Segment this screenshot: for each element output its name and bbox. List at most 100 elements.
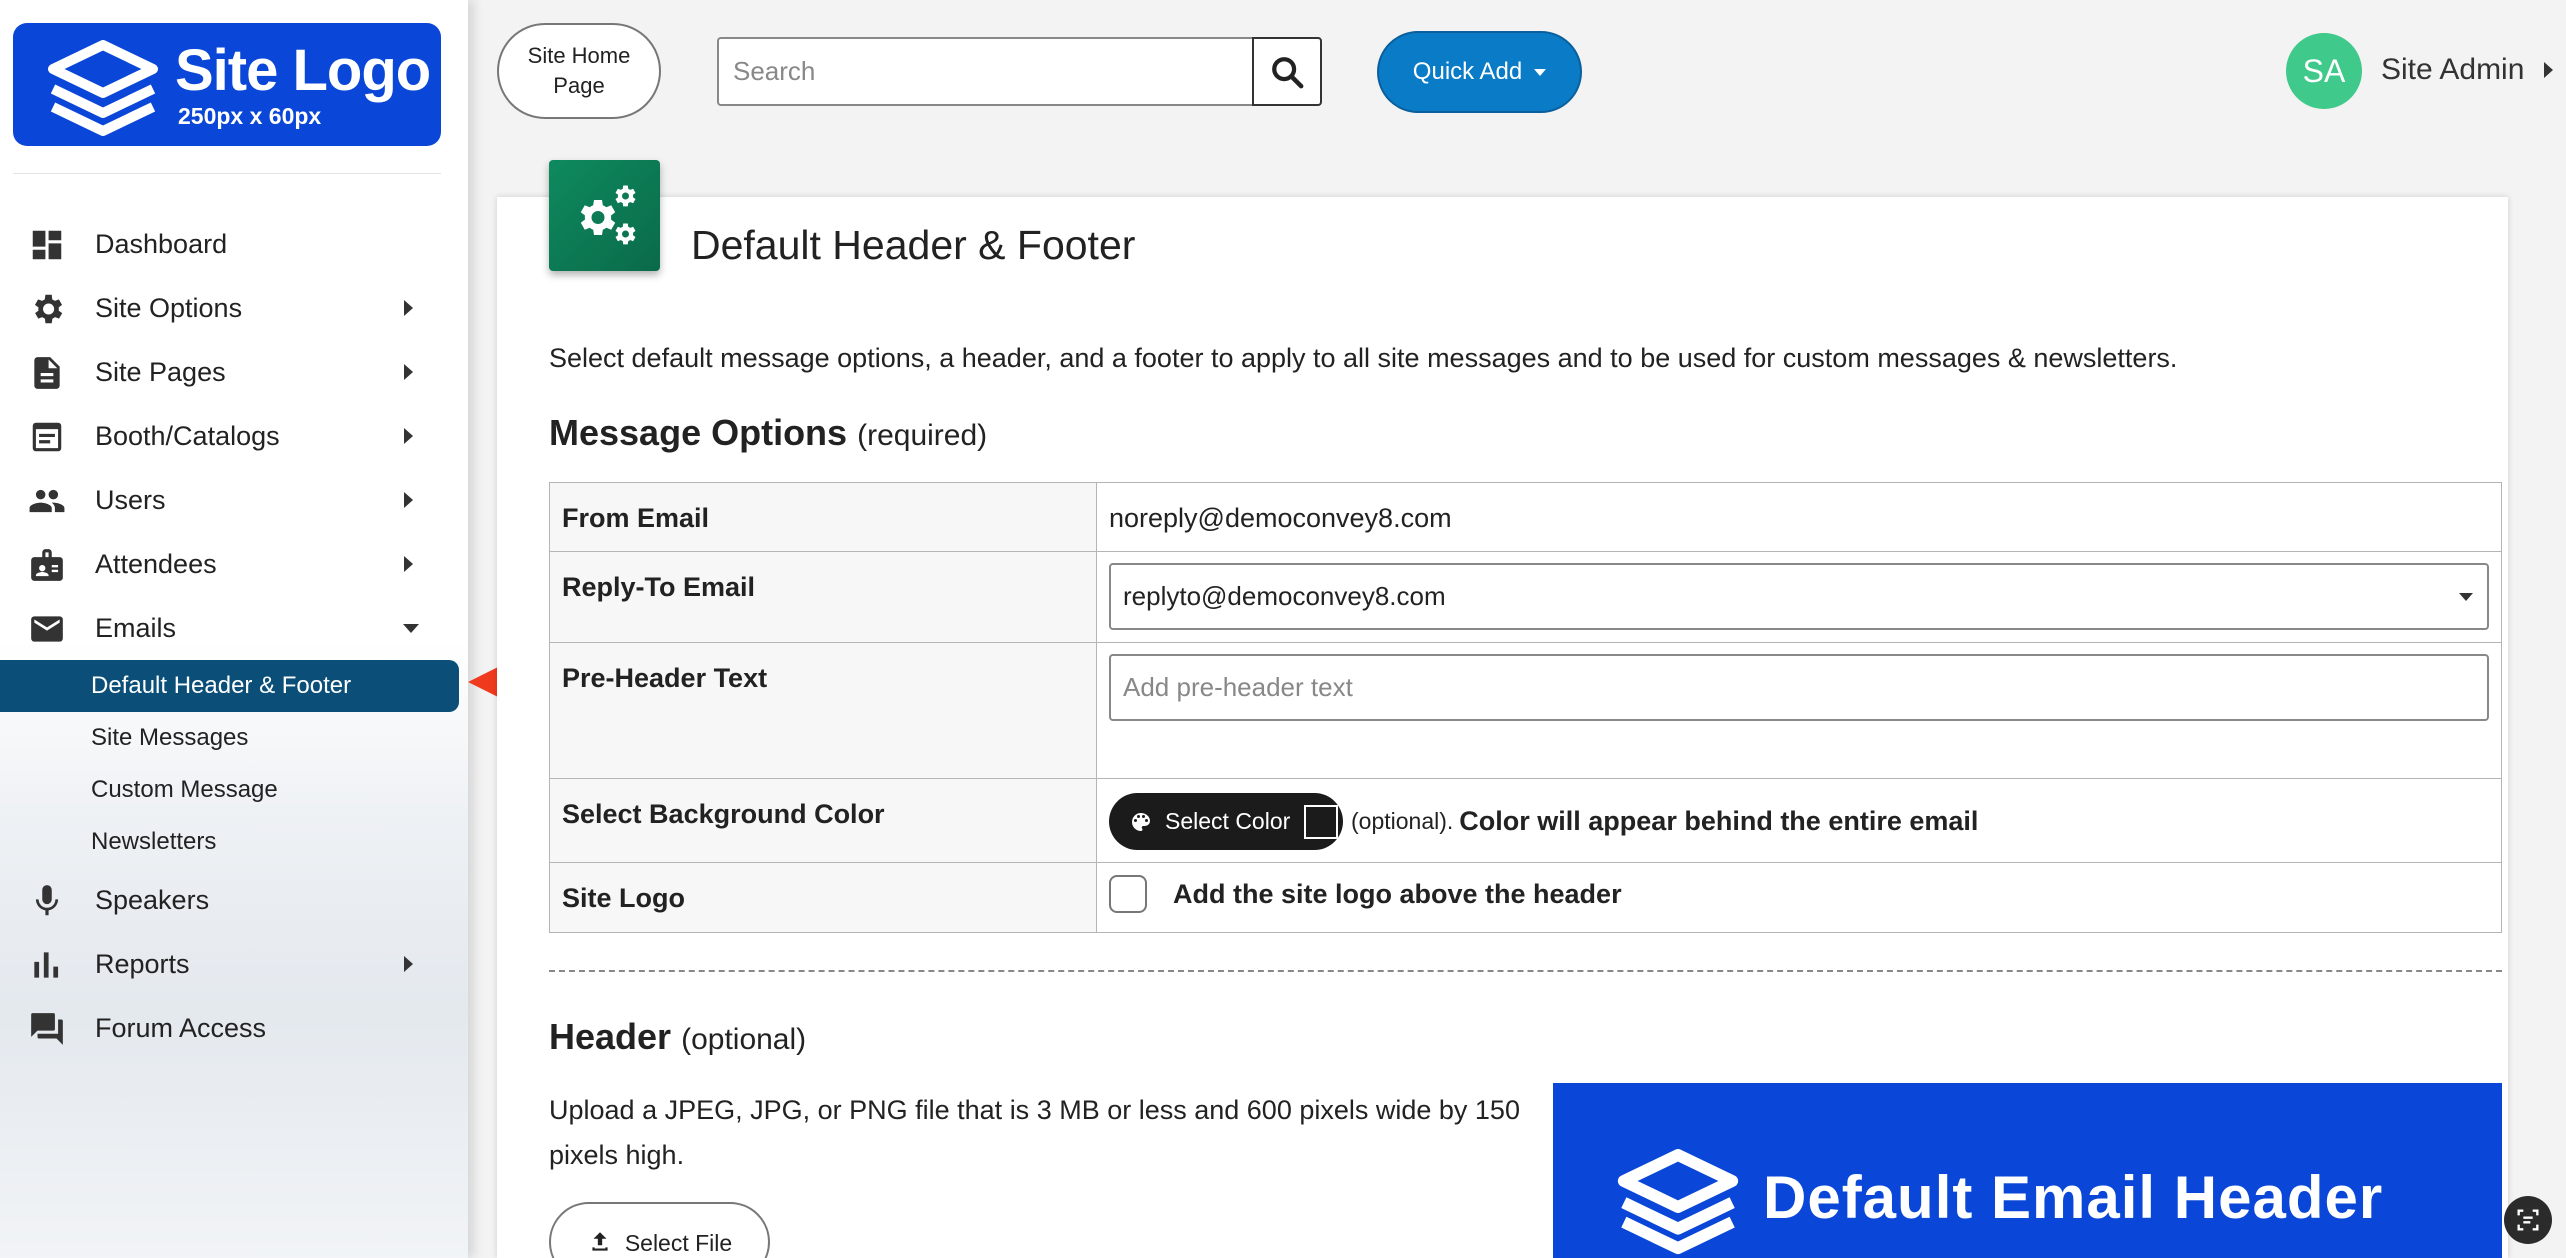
header-title: Header	[549, 1016, 672, 1057]
sidebar-item-speakers[interactable]: Speakers	[0, 868, 468, 932]
table-row: Select Background Color Select Color (op…	[549, 778, 2502, 863]
sidebar-subitem-site-messages[interactable]: Site Messages	[0, 712, 468, 764]
page-intro-text: Select default message options, a header…	[549, 343, 2178, 373]
sidebar-item-label: Site Options	[95, 292, 243, 323]
chevron-down-icon	[1534, 68, 1547, 76]
bg-color-label: Select Background Color	[549, 778, 1097, 863]
sidebar-subitem-label: Newsletters	[91, 828, 217, 855]
table-row: Reply-To Email replyto@democonvey8.com	[549, 551, 2502, 643]
color-swatch	[1304, 804, 1339, 839]
sidebar-item-dashboard[interactable]: Dashboard	[0, 212, 468, 276]
sidebar-item-emails[interactable]: Emails	[0, 596, 468, 660]
sidebar-item-label: Emails	[95, 612, 177, 643]
sidebar-subitem-newsletters[interactable]: Newsletters	[0, 816, 468, 868]
site-logo-label: Site Logo	[549, 862, 1097, 933]
message-options-title: Message Options	[549, 412, 848, 453]
microphone-icon	[35, 885, 59, 916]
quick-add-button[interactable]: Quick Add	[1377, 31, 1582, 113]
sidebar-item-label: Attendees	[95, 548, 217, 579]
layers-logo-icon	[1617, 1149, 1739, 1255]
user-name[interactable]: Site Admin	[2381, 53, 2524, 87]
logo-subtitle: 250px x 60px	[178, 103, 322, 129]
sidebar-subitem-default-header-footer[interactable]: Default Header & Footer	[0, 660, 459, 712]
chevron-right-icon	[404, 300, 413, 316]
bar-chart-icon	[34, 952, 59, 978]
chevron-right-icon[interactable]	[2544, 62, 2553, 78]
bg-color-description: Color will appear behind the entire emai…	[1459, 806, 1979, 836]
message-options-table: From Email noreply@democonvey8.com Reply…	[549, 482, 2502, 933]
site-logo-option: Add the site logo above the header	[1109, 875, 2489, 913]
forum-icon	[31, 1013, 63, 1045]
sidebar-item-label: Speakers	[95, 884, 210, 915]
chevron-down-icon	[403, 624, 419, 633]
dashboard-icon	[32, 230, 62, 260]
mail-icon	[31, 616, 63, 642]
page-icon	[549, 160, 660, 271]
search-button[interactable]	[1252, 37, 1322, 106]
select-color-label: Select Color	[1165, 808, 1291, 834]
upload-instructions: Upload a JPEG, JPG, or PNG file that is …	[549, 1095, 1520, 1170]
table-row: From Email noreply@democonvey8.com	[549, 482, 2502, 552]
from-email-value: noreply@democonvey8.com	[1096, 482, 2502, 552]
sidebar-item-booth-catalogs[interactable]: Booth/Catalogs	[0, 404, 468, 468]
sidebar-subitem-label: Default Header & Footer	[91, 672, 352, 699]
site-logo-checkbox-label[interactable]: Add the site logo above the header	[1173, 879, 1622, 910]
header-image-preview: Default Email Header	[1553, 1083, 2502, 1258]
chevron-down-icon	[2459, 593, 2473, 601]
sidebar-divider	[13, 173, 441, 174]
table-row: Site Logo Add the site logo above the he…	[549, 862, 2502, 933]
accessibility-floating-button[interactable]	[2504, 1196, 2552, 1244]
quick-add-label: Quick Add	[1412, 58, 1523, 85]
preview-header-text: Default Email Header	[1763, 1164, 2384, 1231]
sidebar-item-reports[interactable]: Reports	[0, 932, 468, 996]
search-input[interactable]	[717, 37, 1252, 106]
site-logo-checkbox[interactable]	[1109, 875, 1147, 913]
sidebar-item-users[interactable]: Users	[0, 468, 468, 532]
message-options-heading: Message Options (required)	[549, 412, 987, 454]
sidebar-item-forum-access[interactable]: Forum Access	[0, 996, 468, 1060]
document-icon	[34, 357, 60, 389]
gears-icon	[580, 185, 635, 244]
header-section-heading: Header (optional)	[549, 1016, 806, 1058]
sidebar-item-label: Booth/Catalogs	[95, 420, 280, 451]
avatar[interactable]: SA	[2286, 33, 2362, 109]
palette-icon	[1132, 812, 1150, 831]
sidebar-subitem-custom-message[interactable]: Custom Message	[0, 764, 468, 816]
select-color-button[interactable]: Select Color	[1109, 793, 1343, 850]
catalog-icon	[32, 422, 62, 452]
chevron-right-icon	[404, 428, 413, 444]
sidebar-item-label: Site Pages	[95, 356, 226, 387]
chevron-right-icon	[404, 556, 413, 572]
reply-to-selected-value: replyto@democonvey8.com	[1123, 581, 1446, 611]
section-divider	[549, 970, 2502, 972]
bg-color-optional-note: (optional).	[1351, 808, 1454, 834]
logo-title: Site Logo	[175, 38, 431, 103]
sidebar-item-site-options[interactable]: Site Options	[0, 276, 468, 340]
page-title: Default Header & Footer	[691, 222, 1136, 268]
from-email-label: From Email	[549, 482, 1097, 552]
sidebar: Site Logo 250px x 60px Dashboard Site Op…	[0, 0, 468, 1258]
sidebar-item-attendees[interactable]: Attendees	[0, 532, 468, 596]
sidebar-nav: Dashboard Site Options Site Pages Booth/…	[0, 212, 468, 1060]
site-logo[interactable]: Site Logo 250px x 60px	[13, 23, 441, 146]
site-logo-cell: Add the site logo above the header	[1096, 862, 2502, 933]
header-note: (optional)	[681, 1023, 807, 1056]
sidebar-item-label: Users	[95, 484, 166, 515]
search-icon	[1272, 56, 1304, 88]
preheader-input[interactable]	[1109, 654, 2489, 721]
search-bar	[717, 37, 1322, 106]
sidebar-item-label: Reports	[95, 948, 190, 979]
layers-logo-icon	[48, 40, 158, 136]
chevron-right-icon	[404, 364, 413, 380]
chevron-right-icon	[404, 492, 413, 508]
sidebar-item-label: Dashboard	[95, 228, 228, 259]
message-options-note: (required)	[857, 419, 988, 452]
bg-color-row: Select Color (optional). Color will appe…	[1109, 793, 2489, 850]
sidebar-subitem-label: Custom Message	[91, 776, 278, 803]
select-file-button[interactable]: Select File	[549, 1202, 770, 1258]
reply-to-select[interactable]: replyto@democonvey8.com	[1109, 563, 2489, 630]
sidebar-item-label: Forum Access	[95, 1012, 267, 1043]
site-home-page-button[interactable]: Site Home Page	[497, 23, 661, 119]
sidebar-item-site-pages[interactable]: Site Pages	[0, 340, 468, 404]
badge-icon	[31, 549, 63, 581]
